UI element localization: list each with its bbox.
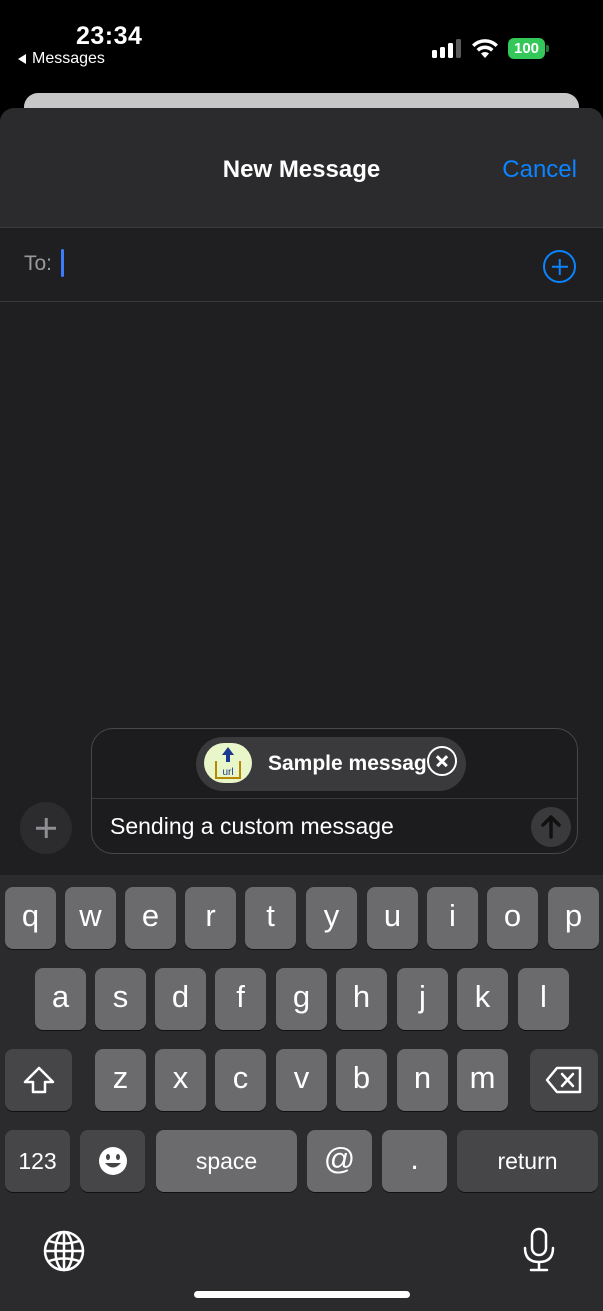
key-y[interactable]: y bbox=[306, 887, 357, 949]
to-label: To: bbox=[24, 252, 53, 275]
key-x[interactable]: x bbox=[155, 1049, 206, 1111]
url-upload-icon: url bbox=[215, 747, 241, 779]
key-p[interactable]: p bbox=[548, 887, 599, 949]
key-s[interactable]: s bbox=[95, 968, 146, 1030]
plus-icon[interactable] bbox=[20, 802, 72, 854]
key-w[interactable]: w bbox=[65, 887, 116, 949]
key-m[interactable]: m bbox=[457, 1049, 508, 1111]
cellular-signal-icon bbox=[432, 38, 461, 58]
key-q[interactable]: q bbox=[5, 887, 56, 949]
key-c[interactable]: c bbox=[215, 1049, 266, 1111]
key-f[interactable]: f bbox=[215, 968, 266, 1030]
return-key[interactable]: return bbox=[457, 1130, 598, 1192]
status-bar: 23:34 Messages 100 bbox=[0, 0, 603, 92]
shift-icon[interactable] bbox=[5, 1049, 72, 1111]
microphone-icon[interactable] bbox=[521, 1227, 557, 1273]
battery-icon: 100 bbox=[508, 38, 549, 59]
recipient-input[interactable] bbox=[61, 249, 64, 277]
key-z[interactable]: z bbox=[95, 1049, 146, 1111]
key-n[interactable]: n bbox=[397, 1049, 448, 1111]
home-indicator[interactable] bbox=[194, 1291, 410, 1298]
key-a[interactable]: a bbox=[35, 968, 86, 1030]
period-key[interactable]: . bbox=[382, 1130, 447, 1192]
key-b[interactable]: b bbox=[336, 1049, 387, 1111]
space-key[interactable]: space bbox=[156, 1130, 297, 1192]
key-e[interactable]: e bbox=[125, 887, 176, 949]
globe-icon[interactable] bbox=[42, 1229, 86, 1273]
attachment-title: Sample message bbox=[268, 752, 439, 775]
message-input[interactable]: Sending a custom message bbox=[110, 813, 394, 840]
key-r[interactable]: r bbox=[185, 887, 236, 949]
nav-bar: New Message Cancel bbox=[0, 108, 603, 228]
back-app-label: Messages bbox=[32, 50, 105, 67]
attachment-preview[interactable]: url Sample message bbox=[196, 737, 466, 791]
key-t[interactable]: t bbox=[245, 887, 296, 949]
back-triangle-icon bbox=[18, 54, 26, 64]
key-l[interactable]: l bbox=[518, 968, 569, 1030]
key-k[interactable]: k bbox=[457, 968, 508, 1030]
key-g[interactable]: g bbox=[276, 968, 327, 1030]
status-time: 23:34 bbox=[76, 22, 143, 50]
key-u[interactable]: u bbox=[367, 887, 418, 949]
plus-circle-icon[interactable] bbox=[543, 250, 576, 283]
wifi-icon bbox=[472, 39, 498, 58]
cancel-button[interactable]: Cancel bbox=[502, 156, 577, 184]
delete-icon[interactable] bbox=[530, 1049, 598, 1111]
back-to-app-link[interactable]: Messages bbox=[18, 50, 105, 68]
keyboard: q w e r t y u i o p a s d f g h j k l z … bbox=[0, 875, 603, 1311]
attachment-thumbnail-text: url bbox=[222, 767, 233, 778]
arrow-up-icon[interactable] bbox=[531, 807, 571, 847]
close-icon[interactable] bbox=[427, 746, 457, 776]
emoji-icon[interactable] bbox=[80, 1130, 145, 1192]
key-v[interactable]: v bbox=[276, 1049, 327, 1111]
compose-divider bbox=[92, 798, 577, 799]
compose-box[interactable]: url Sample message Sending a custom mess… bbox=[91, 728, 578, 854]
at-key[interactable]: @ bbox=[307, 1130, 372, 1192]
key-d[interactable]: d bbox=[155, 968, 206, 1030]
recipient-row: To: bbox=[0, 228, 603, 302]
key-i[interactable]: i bbox=[427, 887, 478, 949]
key-j[interactable]: j bbox=[397, 968, 448, 1030]
key-h[interactable]: h bbox=[336, 968, 387, 1030]
attachment-thumbnail: url bbox=[204, 743, 252, 783]
battery-level: 100 bbox=[508, 38, 545, 59]
numbers-key[interactable]: 123 bbox=[5, 1130, 70, 1192]
key-o[interactable]: o bbox=[487, 887, 538, 949]
